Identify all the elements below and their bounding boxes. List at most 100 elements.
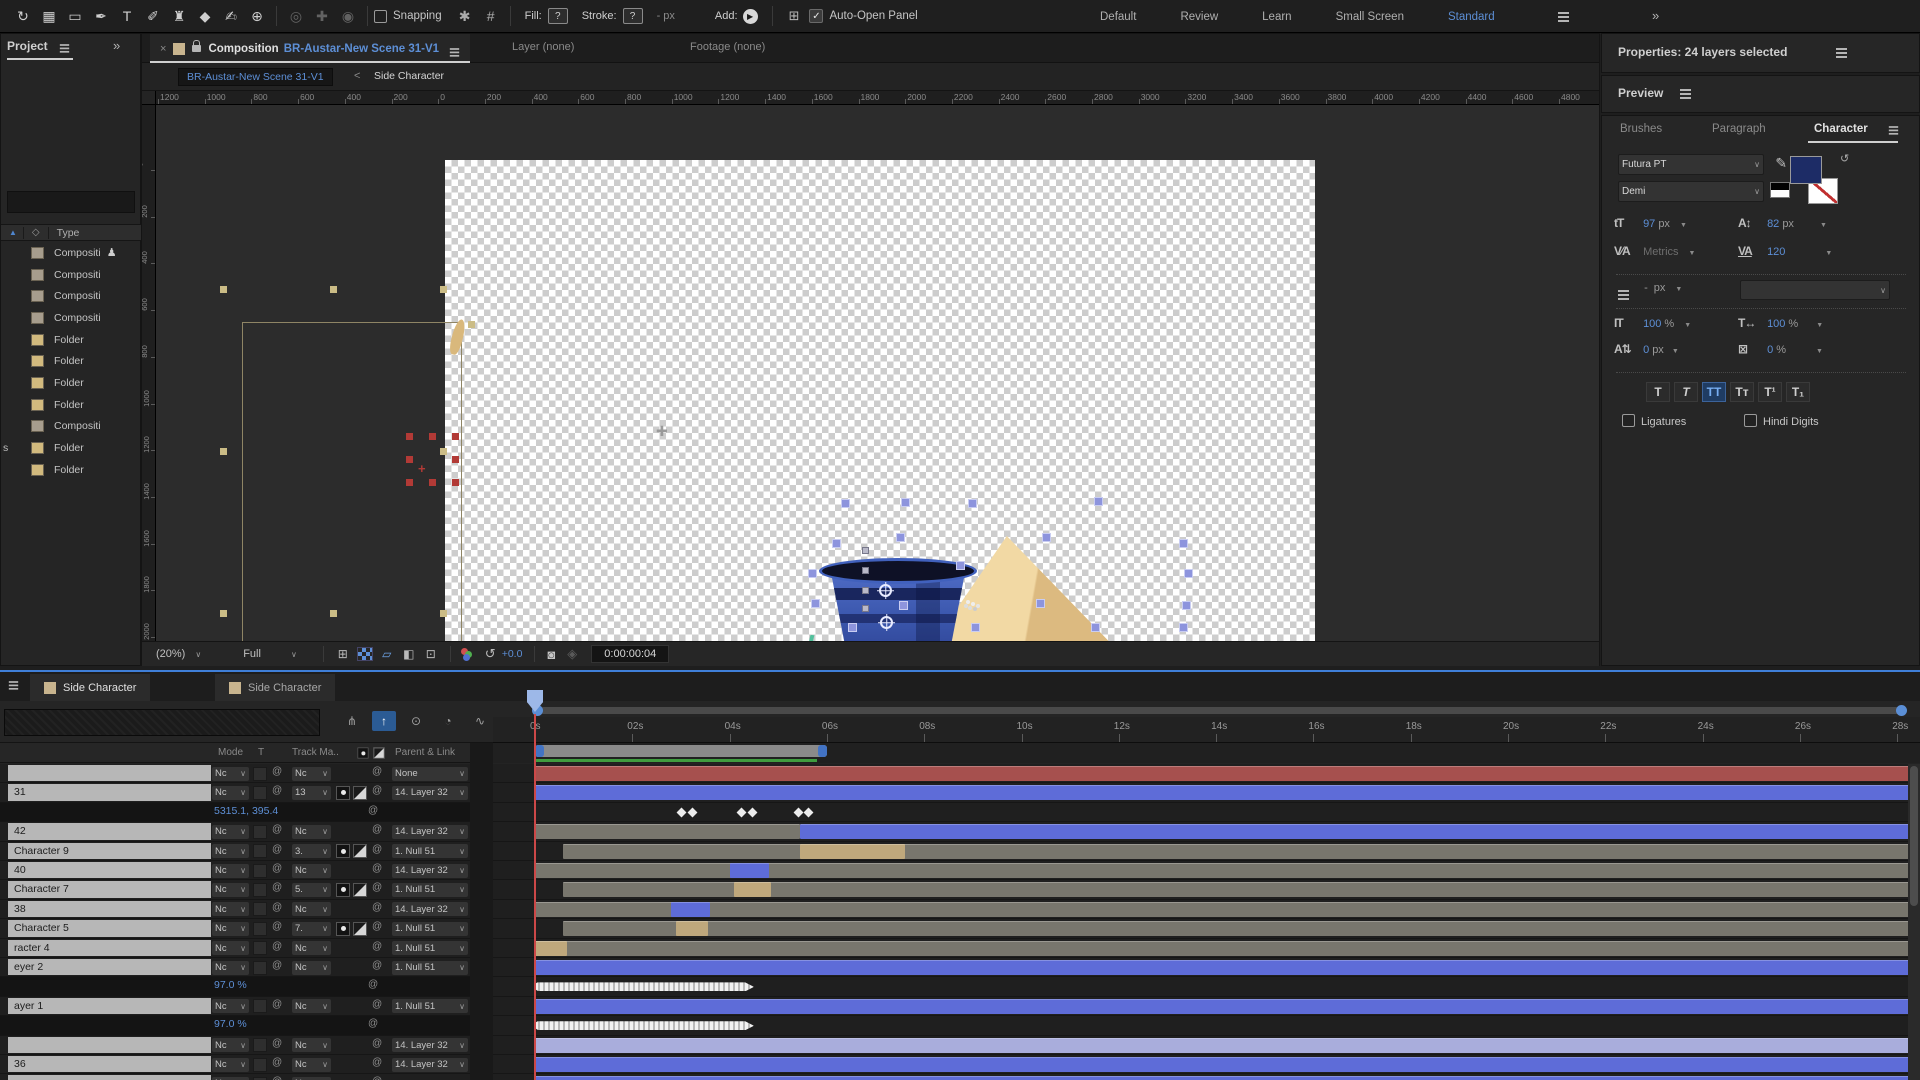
work-area-end-handle[interactable]	[818, 745, 827, 757]
stroke-width-control[interactable]: - px▼	[1614, 282, 1682, 294]
selection-handle-red[interactable]	[429, 479, 436, 486]
selection-handle[interactable]	[1042, 533, 1051, 542]
trackmatte-dropdown[interactable]: Nc∨	[292, 864, 331, 878]
layer-row[interactable]: 38Nc∨@Nc∨@14. Layer 32∨	[0, 900, 1920, 919]
vertical-scale-control[interactable]: IT 100%▼	[1614, 316, 1691, 330]
tsume-control[interactable]: ⊠ 0%▼	[1738, 342, 1823, 356]
pickwhip-icon[interactable]: @	[272, 882, 282, 893]
t-switch-cell[interactable]	[253, 922, 267, 936]
layer-name-cell[interactable]: racter 4	[8, 940, 211, 956]
timeline-vertical-scrollbar[interactable]	[1908, 764, 1920, 1080]
project-row[interactable]: Folder	[1, 329, 142, 351]
text-box-handle[interactable]	[440, 286, 447, 293]
show-snapshot-icon[interactable]: ◈	[567, 646, 577, 662]
footage-tab[interactable]: Footage (none)	[690, 41, 765, 53]
breadcrumb-current[interactable]: Side Character	[374, 70, 444, 82]
horizontal-scale-control[interactable]: T↔ 100%▼	[1738, 316, 1823, 330]
mesh-handle[interactable]	[862, 605, 869, 612]
tag-column-icon[interactable]: ◇	[32, 227, 40, 238]
t-switch-cell[interactable]	[253, 864, 267, 878]
selection-handle-red[interactable]	[452, 456, 459, 463]
layer-duration-bar[interactable]	[671, 902, 710, 917]
layer-duration-bar[interactable]	[563, 844, 1920, 859]
motion-blur-icon[interactable]: ⊙	[404, 711, 428, 731]
selection-handle-red[interactable]	[429, 433, 436, 440]
layer-duration-bar[interactable]	[535, 999, 1920, 1014]
leading-control[interactable]: A↕ 82px▼	[1738, 216, 1827, 230]
luma-matte-icon[interactable]	[353, 786, 367, 800]
layer-row[interactable]: racter 4Nc∨@Nc∨@1. Null 51∨	[0, 939, 1920, 958]
t-switch-cell[interactable]	[253, 844, 267, 858]
font-size-control[interactable]: tT 97px▼	[1614, 216, 1687, 230]
orbit-camera-tool-icon[interactable]: ◎	[283, 8, 309, 25]
workspace-review[interactable]: Review	[1180, 11, 1218, 23]
layer-name-cell[interactable]: 40	[8, 862, 211, 878]
layer-name-cell[interactable]: Character 5	[8, 920, 211, 936]
pickwhip-icon[interactable]: @	[272, 1057, 282, 1068]
parent-link-dropdown[interactable]: 1. Null 51∨	[392, 844, 468, 858]
magnification-dropdown[interactable]: (20%)	[156, 648, 185, 660]
lock-icon[interactable]	[192, 45, 201, 52]
pickwhip-icon[interactable]: @	[272, 1076, 282, 1080]
fill-color-swatch[interactable]	[1790, 156, 1822, 184]
t-switch-cell[interactable]	[253, 767, 267, 781]
keyframe-icon[interactable]	[688, 807, 698, 817]
text-box-handle[interactable]	[440, 448, 447, 455]
selection-handle[interactable]	[896, 533, 905, 542]
blend-mode-dropdown[interactable]: Nc∨	[212, 961, 249, 975]
project-tab[interactable]: Project	[7, 39, 73, 60]
work-area-start-handle[interactable]	[535, 745, 544, 757]
layer-tab[interactable]: Layer (none)	[512, 41, 574, 53]
superscript-toggle[interactable]: T¹	[1758, 382, 1782, 402]
selection-handle[interactable]	[841, 499, 850, 508]
keyframe-icon[interactable]	[804, 807, 814, 817]
shape-tool-icon[interactable]: ▭	[62, 8, 88, 25]
luma-matte-icon[interactable]	[353, 922, 367, 936]
expression-bar[interactable]	[535, 1021, 754, 1030]
selection-handle[interactable]	[832, 539, 841, 548]
parent-link-dropdown[interactable]: 14. Layer 32∨	[392, 786, 468, 800]
selection-handle[interactable]	[1036, 599, 1045, 608]
layer-row[interactable]: eyer 2Nc∨@Nc∨@1. Null 51∨	[0, 958, 1920, 977]
project-row[interactable]: Compositi	[1, 264, 142, 286]
layer-row[interactable]: 40Nc∨@Nc∨@14. Layer 32∨	[0, 861, 1920, 880]
t-column-header[interactable]: T	[258, 747, 264, 758]
selection-handle-red[interactable]	[452, 433, 459, 440]
parent-link-column-header[interactable]: Parent & Link	[395, 747, 455, 758]
pickwhip-icon[interactable]: @	[272, 941, 282, 952]
mesh-handle[interactable]	[862, 567, 869, 574]
t-switch-cell[interactable]	[253, 786, 267, 800]
trackmatte-dropdown[interactable]: 7.∨	[292, 922, 331, 936]
layer-row[interactable]: Nc∨@Nc∨@None∨	[0, 764, 1920, 783]
panel-menu-icon[interactable]	[1836, 48, 1847, 50]
mode-column-header[interactable]: Mode	[218, 747, 243, 758]
current-time-indicator-line[interactable]	[534, 714, 536, 1080]
dolly-camera-tool-icon[interactable]: ◉	[335, 8, 361, 25]
anchor-point-target[interactable]	[880, 616, 893, 629]
project-row[interactable]: Folder	[1, 351, 142, 373]
add-button[interactable]: ▶	[743, 9, 758, 24]
layer-row[interactable]: 31Nc∨@13∨@14. Layer 32∨	[0, 783, 1920, 802]
selection-handle[interactable]	[1094, 497, 1103, 506]
layer-row[interactable]: 42Nc∨@Nc∨@14. Layer 32∨	[0, 822, 1920, 841]
swap-fill-stroke-icon[interactable]: ↺	[1840, 152, 1849, 165]
parent-pickwhip-icon[interactable]: @	[372, 844, 382, 855]
text-box-handle[interactable]	[330, 610, 337, 617]
parent-pickwhip-icon[interactable]: @	[372, 882, 382, 893]
keyframe-icon[interactable]	[676, 807, 686, 817]
trackmatte-dropdown[interactable]: 3.∨	[292, 844, 331, 858]
mesh-handle[interactable]	[862, 547, 869, 554]
eyedropper-icon[interactable]: ✐	[1771, 157, 1788, 169]
channel-icon[interactable]	[459, 647, 475, 661]
alpha-matte-icon[interactable]	[336, 883, 350, 897]
rotation-tool-icon[interactable]: ↻	[10, 8, 36, 25]
clone-stamp-tool-icon[interactable]: ♜	[166, 8, 192, 25]
trackmatte-dropdown[interactable]: Nc∨	[292, 1058, 331, 1072]
luma-matte-icon[interactable]	[353, 844, 367, 858]
layer-name-cell[interactable]	[8, 765, 211, 781]
snapping-checkbox[interactable]	[374, 10, 387, 23]
parent-pickwhip-icon[interactable]: @	[372, 902, 382, 913]
t-switch-cell[interactable]	[253, 883, 267, 897]
layer-duration-bar[interactable]	[535, 1038, 1920, 1053]
selection-handle[interactable]	[901, 498, 910, 507]
